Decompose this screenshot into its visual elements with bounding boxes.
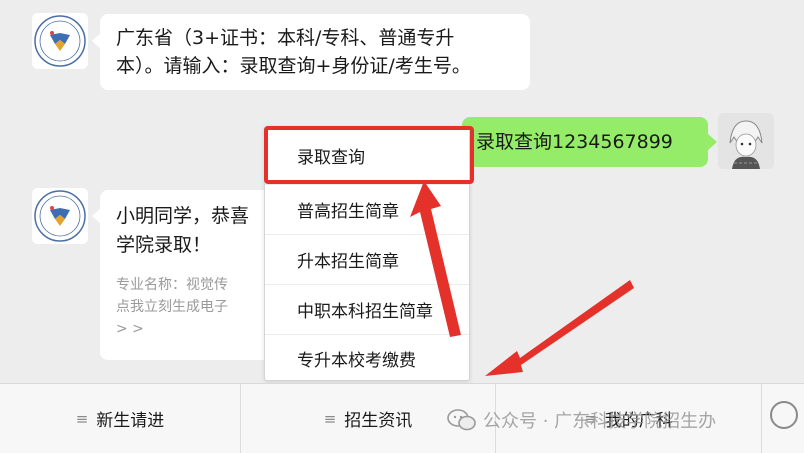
watermark-text: 公众号 · 广东科技学院招生办	[483, 411, 717, 432]
card-title: 学院录取！	[116, 234, 212, 256]
card-description: 专业名称：视觉传	[116, 277, 228, 293]
menu-item-general-enrollment-guide[interactable]: 普高招生简章	[265, 185, 469, 235]
menu-tab-label: 招生资讯	[344, 411, 413, 431]
menu-tab-label: 新生请进	[96, 411, 165, 431]
bubble-tail	[708, 134, 717, 150]
arrow-to-menu-tab	[485, 280, 634, 376]
card-description: 点我立刻生成电子	[116, 299, 228, 315]
admission-card[interactable]: 小明同学，恭喜 学院录取！ 专业名称：视觉传 点我立刻生成电子 > >	[100, 190, 280, 360]
bot-avatar[interactable]	[32, 13, 88, 69]
message-line: 广东省（3+证书：本科/专科、普通专升	[116, 27, 455, 49]
wechat-icon	[447, 409, 476, 431]
keyboard-toggle-icon[interactable]	[770, 401, 798, 429]
message-line: 本）。请输入：录取查询+身份证/考生号。	[116, 55, 471, 77]
menu-icon: ≡	[75, 409, 89, 428]
school-logo-icon	[34, 190, 86, 242]
user-avatar[interactable]	[718, 113, 774, 169]
user-message-text: 录取查询1234567899	[476, 131, 673, 153]
school-logo-icon	[34, 15, 86, 67]
bot-avatar[interactable]	[32, 188, 88, 244]
card-title: 小明同学，恭喜	[116, 205, 250, 227]
user-message[interactable]: 录取查询1234567899	[462, 117, 708, 167]
card-description: > >	[116, 321, 144, 337]
user-avatar-icon	[718, 113, 774, 169]
menu-icon: ≡	[323, 409, 337, 428]
menu-item-exam-fee-payment[interactable]: 专升本校考缴费	[265, 335, 469, 382]
bot-message-1[interactable]: 广东省（3+证书：本科/专科、普通专升 本）。请输入：录取查询+身份证/考生号。	[100, 14, 530, 90]
highlight-box	[264, 126, 474, 184]
watermark: 公众号 · 广东科技学院招生办	[447, 407, 716, 433]
menu-item-vocational-bachelor-guide[interactable]: 中职本科招生简章	[265, 285, 469, 335]
menu-item-upgrade-enrollment-guide[interactable]: 升本招生简章	[265, 235, 469, 285]
menu-tab-new-students[interactable]: ≡ 新生请进	[0, 384, 241, 453]
